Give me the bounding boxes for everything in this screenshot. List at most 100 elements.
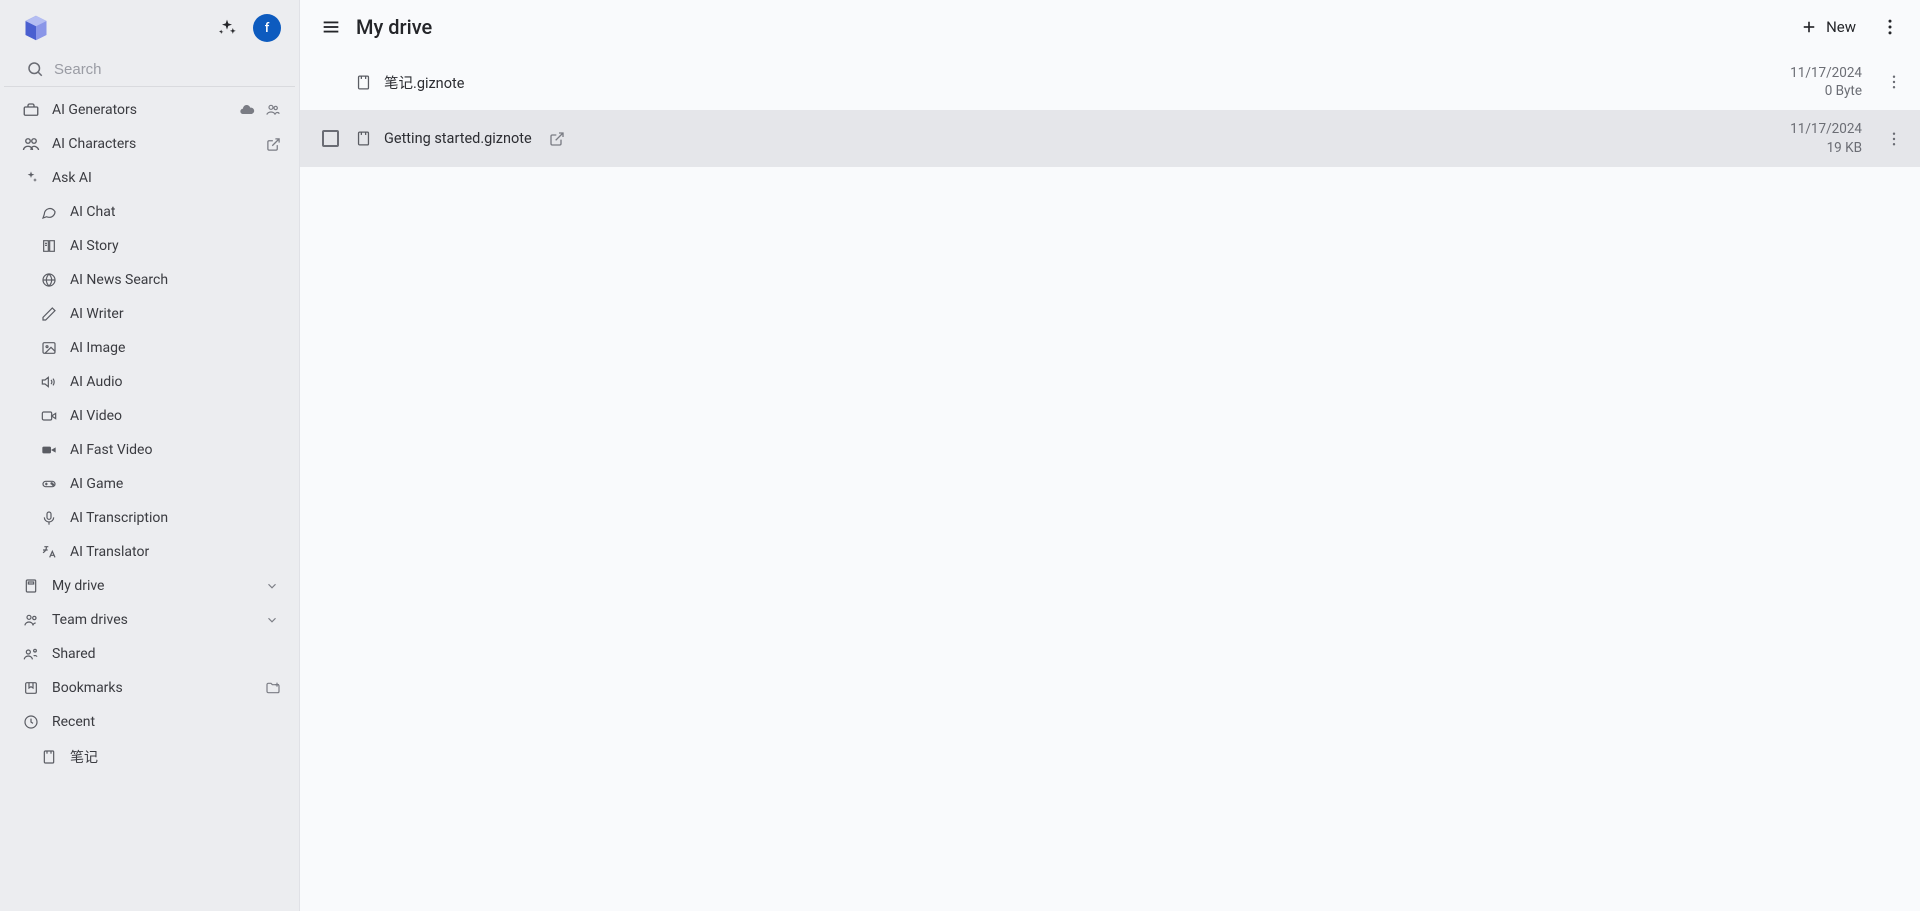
- sidebar-item-ai-chat[interactable]: AI Chat: [0, 195, 299, 229]
- sidebar-item-ai-image[interactable]: AI Image: [0, 331, 299, 365]
- sidebar-item-recent[interactable]: Recent: [0, 705, 299, 739]
- people-icon: [22, 135, 40, 153]
- file-date: 11/17/2024: [1790, 64, 1862, 82]
- avatar[interactable]: f: [253, 14, 281, 42]
- sidebar-item-ai-writer[interactable]: AI Writer: [0, 297, 299, 331]
- sidebar-item-ask-ai[interactable]: Ask AI: [0, 161, 299, 195]
- file-meta: 11/17/2024 0 Byte: [1790, 64, 1870, 100]
- sidebar-item-ai-generators[interactable]: AI Generators: [0, 93, 299, 127]
- group-icon[interactable]: [265, 102, 281, 118]
- open-external-icon[interactable]: [548, 130, 566, 148]
- file-list: 笔记.giznote 11/17/2024 0 Byte Getting sta…: [300, 54, 1920, 167]
- nav-label: AI Video: [70, 408, 281, 424]
- sidebar-item-shared[interactable]: Shared: [0, 637, 299, 671]
- sidebar-item-ai-news[interactable]: AI News Search: [0, 263, 299, 297]
- nav-label: AI Story: [70, 238, 281, 254]
- pen-icon: [40, 305, 58, 323]
- file-row[interactable]: 笔记.giznote 11/17/2024 0 Byte: [300, 54, 1920, 110]
- new-button[interactable]: New: [1794, 14, 1862, 40]
- bookmark-icon: [22, 679, 40, 697]
- team-icon: [22, 611, 40, 629]
- mic-icon: [40, 509, 58, 527]
- audio-icon: [40, 373, 58, 391]
- file-name: 笔记.giznote: [384, 72, 464, 93]
- sidebar-item-ai-video[interactable]: AI Video: [0, 399, 299, 433]
- nav-label: AI Writer: [70, 306, 281, 322]
- video-fast-icon: [40, 441, 58, 459]
- file-size: 0 Byte: [1790, 82, 1862, 100]
- app-logo[interactable]: [22, 14, 50, 42]
- nav-label: AI Fast Video: [70, 442, 281, 458]
- nav-label: Shared: [52, 646, 281, 662]
- sparkle-icon[interactable]: [217, 18, 237, 38]
- more-icon[interactable]: [1880, 17, 1900, 37]
- globe-icon: [40, 271, 58, 289]
- cloud-icon[interactable]: [239, 102, 255, 118]
- note-file-icon: [354, 130, 372, 148]
- file-date: 11/17/2024: [1790, 120, 1862, 138]
- new-button-label: New: [1826, 18, 1856, 36]
- gamepad-icon: [40, 475, 58, 493]
- sidebar-item-bookmarks[interactable]: Bookmarks: [0, 671, 299, 705]
- nav-label: My drive: [52, 578, 251, 594]
- nav-primary: AI Generators AI Characters: [0, 93, 299, 195]
- file-meta: 11/17/2024 19 KB: [1790, 120, 1870, 156]
- checkbox-slot[interactable]: [318, 130, 342, 147]
- search-icon: [26, 60, 44, 78]
- nav-label: Bookmarks: [52, 680, 253, 696]
- nav-label: Team drives: [52, 612, 251, 628]
- nav-label: AI News Search: [70, 272, 281, 288]
- nav-label: AI Characters: [52, 136, 253, 152]
- checkbox[interactable]: [322, 130, 339, 147]
- page-title: My drive: [356, 15, 432, 39]
- nav-label: AI Transcription: [70, 510, 281, 526]
- note-file-icon: [354, 73, 372, 91]
- avatar-letter: f: [265, 21, 270, 36]
- video-icon: [40, 407, 58, 425]
- row-more-icon[interactable]: [1882, 130, 1906, 148]
- toolbox-icon: [22, 101, 40, 119]
- sidebar-item-my-drive[interactable]: My drive: [0, 569, 299, 603]
- nav-sections: My drive Team drives Shared Bookmarks Re…: [0, 569, 299, 775]
- nav-label: Recent: [52, 714, 281, 730]
- topbar: My drive New: [300, 0, 1920, 54]
- sidebar-item-ai-story[interactable]: AI Story: [0, 229, 299, 263]
- nav-label: AI Game: [70, 476, 281, 492]
- chat-icon: [40, 203, 58, 221]
- clock-icon: [22, 713, 40, 731]
- sidebar-item-ai-characters[interactable]: AI Characters: [0, 127, 299, 161]
- search-row[interactable]: [4, 52, 295, 87]
- chevron-down-icon[interactable]: [263, 577, 281, 595]
- new-folder-icon[interactable]: [265, 680, 281, 696]
- chevron-down-icon[interactable]: [263, 611, 281, 629]
- sparkle-small-icon: [22, 169, 40, 187]
- plus-icon: [1800, 18, 1818, 36]
- nav-label: AI Audio: [70, 374, 281, 390]
- file-name: Getting started.giznote: [384, 130, 532, 147]
- note-icon: [40, 748, 58, 766]
- nav-label: AI Generators: [52, 102, 227, 118]
- sidebar: f AI Generators: [0, 0, 300, 911]
- sidebar-item-ai-audio[interactable]: AI Audio: [0, 365, 299, 399]
- menu-icon[interactable]: [320, 16, 342, 38]
- sidebar-item-team-drives[interactable]: Team drives: [0, 603, 299, 637]
- nav-label: AI Translator: [70, 544, 281, 560]
- file-size: 19 KB: [1790, 139, 1862, 157]
- main-content: My drive New 笔记.giznote 11/17/2024 0 Byt…: [300, 0, 1920, 911]
- sidebar-header: f: [0, 0, 299, 52]
- row-more-icon[interactable]: [1882, 73, 1906, 91]
- sidebar-item-ai-transcription[interactable]: AI Transcription: [0, 501, 299, 535]
- sidebar-recent-file[interactable]: 笔记: [0, 739, 299, 775]
- translate-icon: [40, 543, 58, 561]
- nav-label: Ask AI: [52, 170, 281, 186]
- drive-icon: [22, 577, 40, 595]
- image-icon: [40, 339, 58, 357]
- open-external-icon[interactable]: [265, 136, 281, 152]
- sidebar-item-ai-game[interactable]: AI Game: [0, 467, 299, 501]
- sidebar-item-ai-translator[interactable]: AI Translator: [0, 535, 299, 569]
- nav-label: AI Chat: [70, 204, 281, 220]
- nav-ai-sub: AI Chat AI Story AI News Search AI Write…: [0, 195, 299, 569]
- search-input[interactable]: [54, 61, 277, 78]
- sidebar-item-ai-fast-video[interactable]: AI Fast Video: [0, 433, 299, 467]
- file-row[interactable]: Getting started.giznote 11/17/2024 19 KB: [300, 110, 1920, 166]
